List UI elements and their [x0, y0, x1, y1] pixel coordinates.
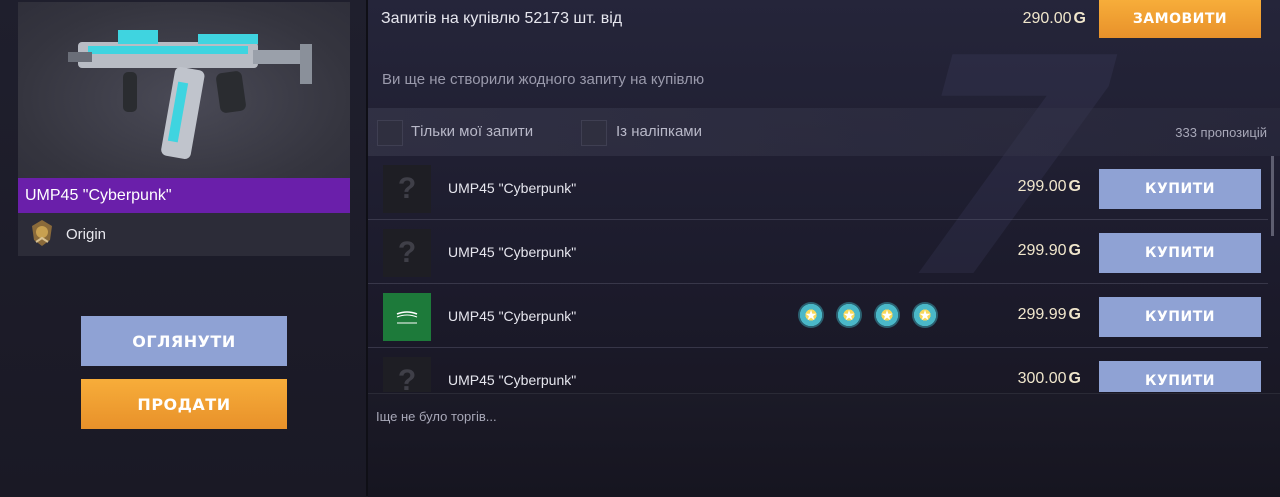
buy-button[interactable]: КУПИТИ [1099, 233, 1261, 273]
only-mine-checkbox[interactable] [377, 120, 403, 146]
item-name: UMP45 "Cyberpunk" [25, 187, 172, 204]
star-sticker-icon: ★ [798, 302, 824, 328]
no-requests-text: Ви ще не створили жодного запиту на купі… [382, 71, 705, 88]
item-card: UMP45 "Cyberpunk" Origin [18, 2, 350, 256]
sell-button[interactable]: ПРОДАТИ [81, 379, 287, 429]
list-item: UMP45 "Cyberpunk" ★ ★ ★ ★ 299.99 G КУПИТИ [368, 284, 1268, 348]
requests-summary: Запитів на купівлю 52173 шт. від [381, 10, 623, 27]
with-stickers-label[interactable]: Із наліпками [616, 123, 702, 140]
offer-name: UMP45 "Cyberpunk" [448, 308, 577, 324]
list-item: ? UMP45 "Cyberpunk" 299.90 G КУПИТИ [368, 220, 1268, 284]
inspect-button[interactable]: ОГЛЯНУТИ [81, 316, 287, 366]
saudi-flag-icon [383, 293, 431, 341]
offer-price: 299.90 G [1017, 242, 1081, 259]
offer-name: UMP45 "Cyberpunk" [448, 372, 577, 388]
gold-coin-icon: G [1068, 242, 1081, 259]
weapon-image [18, 2, 350, 178]
gold-coin-icon: G [1068, 178, 1081, 195]
offer-name: UMP45 "Cyberpunk" [448, 244, 577, 260]
buy-button[interactable]: КУПИТИ [1099, 297, 1261, 337]
filter-bar: Тільки мої запити Із наліпками 333 пропо… [368, 108, 1280, 156]
only-mine-label[interactable]: Тільки мої запити [411, 123, 533, 140]
gold-coin-icon: G [1068, 306, 1081, 323]
requests-min-price: 290.00 G [1022, 10, 1086, 27]
star-sticker-icon: ★ [836, 302, 862, 328]
origin-label: Origin [66, 226, 107, 243]
buy-requests-row: Запитів на купівлю 52173 шт. від 290.00 G… [368, 0, 1280, 40]
unknown-item-icon: ? [383, 357, 431, 392]
stickers: ★ ★ ★ ★ [798, 302, 938, 330]
star-sticker-icon: ★ [874, 302, 900, 328]
unknown-item-icon: ? [383, 165, 431, 213]
star-sticker-icon: ★ [912, 302, 938, 328]
offers-count: 333 пропозицій [1175, 125, 1267, 140]
with-stickers-checkbox[interactable] [581, 120, 607, 146]
order-button[interactable]: ЗАМОВИТИ [1099, 0, 1261, 38]
unknown-item-icon: ? [383, 229, 431, 277]
item-name-bar: UMP45 "Cyberpunk" [18, 178, 350, 213]
buy-button[interactable]: КУПИТИ [1099, 361, 1261, 392]
origin-badge-icon [30, 218, 54, 248]
market-panel: 7 Запитів на купівлю 52173 шт. від 290.0… [368, 0, 1280, 497]
list-item: ? UMP45 "Cyberpunk" 300.00 G КУПИТИ [368, 348, 1268, 392]
ump45-weapon-icon [68, 30, 312, 159]
gold-coin-icon: G [1068, 370, 1081, 387]
history-empty-text: Іще не було торгів... [376, 409, 497, 424]
gold-coin-icon: G [1073, 10, 1086, 27]
list-item: ? UMP45 "Cyberpunk" 299.00 G КУПИТИ [368, 156, 1268, 220]
offer-price: 299.00 G [1017, 178, 1081, 195]
offer-price: 299.99 G [1017, 306, 1081, 323]
origin-row: Origin [18, 213, 350, 256]
offers-list: ? UMP45 "Cyberpunk" 299.00 G КУПИТИ ? UMP… [368, 156, 1280, 392]
trade-history: Іще не було торгів... [368, 393, 1280, 497]
list-scrollbar[interactable] [1271, 156, 1274, 236]
offer-name: UMP45 "Cyberpunk" [448, 180, 577, 196]
item-panel: UMP45 "Cyberpunk" Origin ОГЛЯНУТИ ПРОДАТ… [0, 0, 366, 496]
offer-price: 300.00 G [1017, 370, 1081, 387]
buy-button[interactable]: КУПИТИ [1099, 169, 1261, 209]
